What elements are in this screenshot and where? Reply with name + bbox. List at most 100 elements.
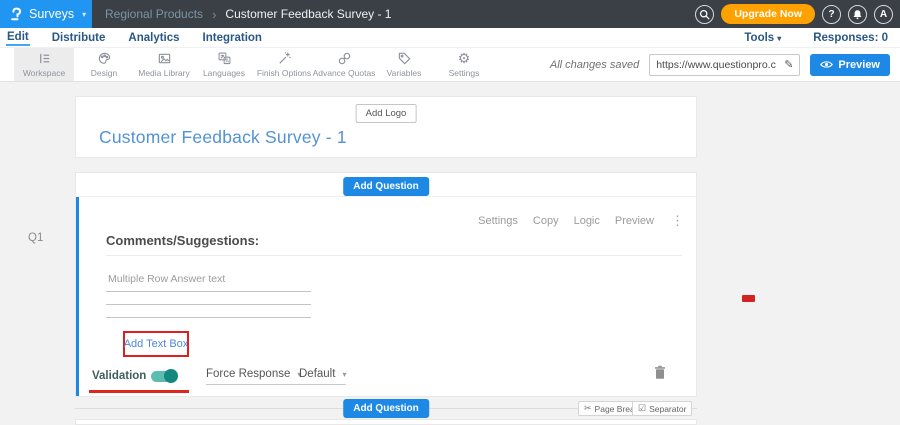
tool-variables[interactable]: Variables <box>374 48 434 81</box>
bell-icon <box>852 9 863 20</box>
links-icon <box>337 51 352 66</box>
topbar-actions: Upgrade Now ? A <box>695 4 900 24</box>
image-icon <box>157 51 172 66</box>
question-settings-link[interactable]: Settings <box>478 215 518 227</box>
more-options-icon[interactable]: ⋮ <box>671 213 684 229</box>
annotation-highlight-box: Add Text Box <box>123 331 189 357</box>
tag-icon <box>397 51 412 66</box>
page-break-icon: ✂ <box>584 403 592 414</box>
topbar: Surveys ▾ Regional Products › Customer F… <box>0 0 900 28</box>
tool-label: Settings <box>449 68 480 78</box>
tool-media-library[interactable]: Media Library <box>134 48 194 81</box>
tab-integration[interactable]: Integration <box>202 30 263 45</box>
breadcrumb: Regional Products › Customer Feedback Su… <box>105 7 391 22</box>
validation-toggle[interactable] <box>151 371 176 382</box>
svg-text:A: A <box>225 58 229 64</box>
eye-icon <box>820 60 833 69</box>
question-number: Q1 <box>28 232 43 244</box>
tool-settings[interactable]: ⚙ Settings <box>434 48 494 81</box>
answer-row-line <box>106 291 311 292</box>
nav-right: Tools▾ Responses: 0 <box>744 32 888 44</box>
tools-menu[interactable]: Tools▾ <box>744 32 781 44</box>
tool-label: Variables <box>387 68 422 78</box>
toggle-knob <box>164 369 178 383</box>
force-response-label: Force Response <box>206 368 290 380</box>
tool-label: Workspace <box>23 68 65 78</box>
separator-checkbox-icon: ☑ <box>638 403 646 414</box>
tool-workspace[interactable]: Workspace <box>14 48 74 81</box>
tool-label: Languages <box>203 68 245 78</box>
breadcrumb-parent[interactable]: Regional Products <box>105 7 203 21</box>
gear-icon: ⚙ <box>458 51 471 66</box>
tool-advance-quotas[interactable]: Advance Quotas <box>314 48 374 81</box>
breadcrumb-separator-icon: › <box>212 7 216 22</box>
question-text[interactable]: Comments/Suggestions: <box>106 233 259 248</box>
tool-label: Advance Quotas <box>313 68 376 78</box>
tool-label: Design <box>91 68 117 78</box>
answer-placeholder: Multiple Row Answer text <box>108 273 225 285</box>
trash-icon <box>654 365 666 380</box>
editor-toolbar: Workspace Design Media Library A Languag… <box>0 48 900 82</box>
tab-edit[interactable]: Edit <box>6 29 30 46</box>
tab-analytics[interactable]: Analytics <box>127 30 180 45</box>
surveys-product-menu[interactable]: Surveys ▾ <box>0 0 92 28</box>
add-question-button-bottom[interactable]: Add Question <box>343 399 429 418</box>
product-name: Surveys <box>29 7 74 21</box>
tool-languages[interactable]: A Languages <box>194 48 254 81</box>
edit-url-icon[interactable]: ✎ <box>778 58 799 71</box>
translate-icon: A <box>217 51 232 66</box>
add-logo-button[interactable]: Add Logo <box>356 104 417 123</box>
question-block: Settings Copy Logic Preview ⋮ Comments/S… <box>76 197 696 396</box>
question-preview-link[interactable]: Preview <box>615 215 654 227</box>
answer-row-line <box>106 317 311 318</box>
separator-label: Separator <box>649 404 686 414</box>
preview-button[interactable]: Preview <box>810 54 890 76</box>
tab-distribute[interactable]: Distribute <box>51 30 107 45</box>
chevron-down-icon: ▾ <box>777 34 781 43</box>
force-response-select[interactable]: Force Response ▾ <box>206 368 301 385</box>
palette-icon <box>97 51 112 66</box>
tool-label: Media Library <box>138 68 190 78</box>
preview-label: Preview <box>838 59 880 71</box>
chevron-down-icon: ▾ <box>342 370 346 379</box>
question-logic-link[interactable]: Logic <box>574 215 600 227</box>
default-label: Default <box>299 368 335 380</box>
add-question-button-top[interactable]: Add Question <box>343 177 429 196</box>
chevron-down-icon: ▾ <box>82 10 86 19</box>
magic-wand-icon <box>277 51 292 66</box>
answer-row-line <box>106 304 311 305</box>
annotation-underline <box>89 390 189 393</box>
survey-url-field: ✎ <box>649 54 800 76</box>
workspace-icon <box>37 51 52 66</box>
question-copy-link[interactable]: Copy <box>533 215 559 227</box>
tool-finish-options[interactable]: Finish Options <box>254 48 314 81</box>
search-button[interactable] <box>695 5 714 24</box>
survey-canvas: Add Logo Customer Feedback Survey - 1 Ad… <box>0 82 900 425</box>
question-actions: Settings Copy Logic Preview ⋮ <box>478 213 684 229</box>
add-text-box-link[interactable]: Add Text Box <box>124 338 189 350</box>
upgrade-now-button[interactable]: Upgrade Now <box>721 4 815 24</box>
next-question-card-peek <box>75 419 697 425</box>
help-button[interactable]: ? <box>822 5 841 24</box>
questionpro-survey-editor: Surveys ▾ Regional Products › Customer F… <box>0 0 900 425</box>
survey-header-card: Add Logo Customer Feedback Survey - 1 <box>75 96 697 158</box>
search-icon <box>699 9 710 20</box>
responses-count[interactable]: Responses: 0 <box>813 32 888 44</box>
tool-label: Finish Options <box>257 68 311 78</box>
questionpro-logo-icon <box>9 7 23 21</box>
between-questions-row: Add Question ✂ Page Break ☑ Separator <box>0 397 900 419</box>
add-question-strip: Add Question <box>76 173 696 197</box>
notifications-button[interactable] <box>848 5 867 24</box>
survey-url-input[interactable] <box>650 59 778 71</box>
default-select[interactable]: Default ▾ <box>299 368 346 385</box>
avatar[interactable]: A <box>874 5 893 24</box>
separator-button[interactable]: ☑ Separator <box>632 401 692 416</box>
toolbar-right: All changes saved ✎ Preview <box>550 48 900 81</box>
validation-label: Validation <box>92 370 146 382</box>
annotation-red-marker <box>742 295 755 302</box>
save-status: All changes saved <box>550 59 639 71</box>
delete-question-button[interactable] <box>654 365 666 385</box>
breadcrumb-current: Customer Feedback Survey - 1 <box>225 7 391 21</box>
tool-design[interactable]: Design <box>74 48 134 81</box>
survey-title[interactable]: Customer Feedback Survey - 1 <box>99 127 347 148</box>
